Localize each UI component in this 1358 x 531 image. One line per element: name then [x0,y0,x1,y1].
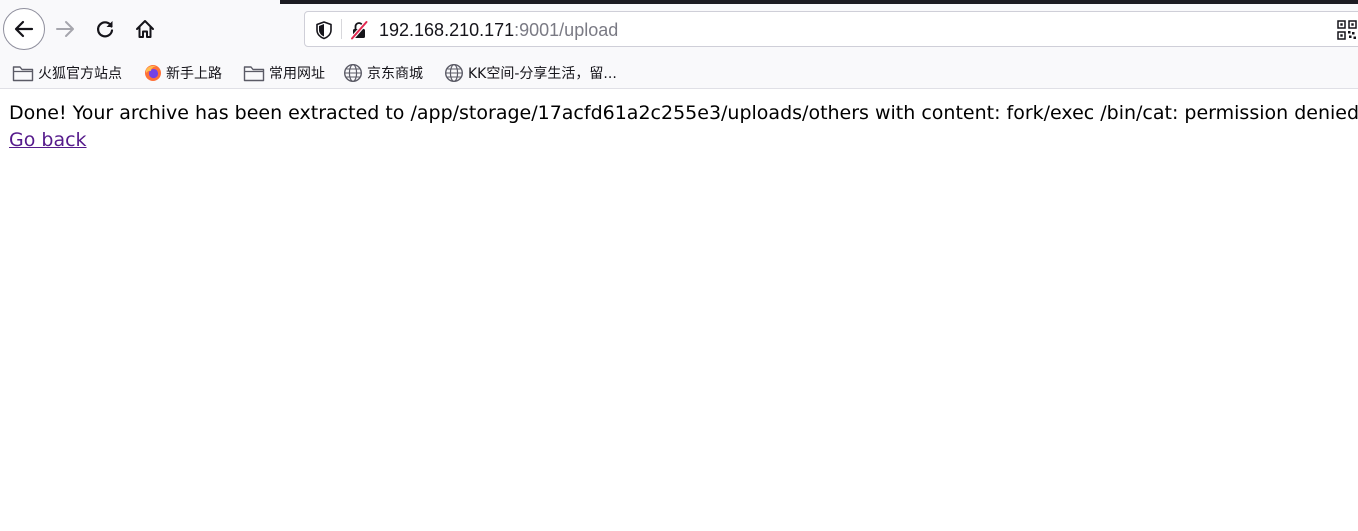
home-button[interactable] [124,8,166,50]
arrow-right-icon [56,21,74,37]
bookmark-label: 新手上路 [166,66,222,82]
url-host: 192.168.210.171 [379,20,515,40]
insecure-connection-icon[interactable] [349,20,369,40]
bookmark-item-getting-started[interactable]: 新手上路 [144,62,222,84]
page-content: Done! Your archive has been extracted to… [9,100,1358,154]
bookmark-label: 常用网址 [269,66,325,82]
url-divider [341,19,342,39]
bookmark-label: 京东商城 [367,66,423,82]
reload-icon [97,21,114,38]
home-icon [136,20,154,38]
bookmark-item-common-sites[interactable]: 常用网址 [243,62,325,84]
navigation-toolbar: 192.168.210.171:9001/upload [0,0,1358,57]
globe-icon [444,63,464,83]
qr-code-icon[interactable] [1337,20,1357,40]
reload-button[interactable] [84,8,126,50]
forward-button[interactable] [44,8,86,50]
globe-icon [343,63,363,83]
bookmark-item-kk-space[interactable]: KK空间-分享生活，留... [444,62,617,84]
arrow-left-icon [14,20,34,38]
folder-icon [243,66,265,82]
bookmark-label: KK空间-分享生活，留... [468,66,617,82]
url-path: :9001/upload [514,20,619,40]
folder-icon [12,66,34,82]
tab-strip-edge [280,0,1358,4]
back-button[interactable] [3,8,45,50]
go-back-link[interactable]: Go back [9,129,87,151]
shield-icon[interactable] [315,20,333,40]
bookmarks-toolbar: 火狐官方站点 新手上路 常用网址 京东商城 KK空间-分享生活，留... [0,57,1358,89]
bookmark-label: 火狐官方站点 [38,66,122,82]
bookmark-item-firefox-official[interactable]: 火狐官方站点 [12,62,122,84]
bookmark-item-jd-mall[interactable]: 京东商城 [343,62,423,84]
result-message: Done! Your archive has been extracted to… [9,102,1358,124]
firefox-icon [145,65,161,81]
url-text[interactable]: 192.168.210.171:9001/upload [379,20,618,40]
address-bar[interactable]: 192.168.210.171:9001/upload [304,11,1358,47]
